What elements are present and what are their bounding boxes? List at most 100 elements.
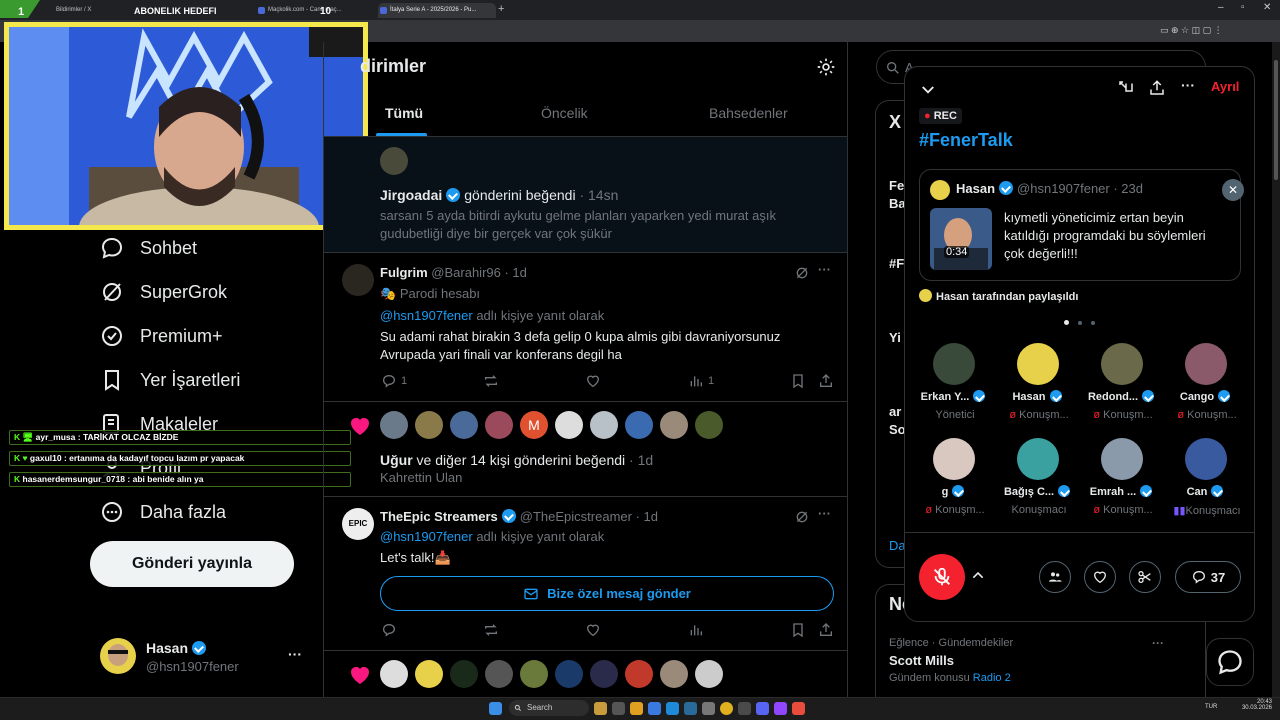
participant-avatar[interactable] xyxy=(1017,438,1059,480)
comments-button[interactable]: 37 xyxy=(1175,561,1241,593)
like-icon[interactable] xyxy=(585,622,601,638)
liker-avatar[interactable] xyxy=(555,411,583,439)
trend-title[interactable]: Scott Mills xyxy=(889,653,954,668)
messages-fab[interactable] xyxy=(1206,638,1254,686)
liker-avatar[interactable] xyxy=(520,660,548,688)
retweet-icon[interactable] xyxy=(483,622,499,638)
more-icon[interactable]: ··· xyxy=(818,506,831,521)
liker-avatar[interactable]: M xyxy=(520,411,548,439)
retweet-icon[interactable] xyxy=(483,373,499,389)
liker-avatar[interactable] xyxy=(380,660,408,688)
bookmark-icon[interactable] xyxy=(790,373,806,389)
carousel-dot-active[interactable] xyxy=(1064,320,1069,325)
taskbar-search[interactable]: Search xyxy=(509,700,589,716)
clip-button[interactable] xyxy=(1129,561,1161,593)
views-button[interactable]: 1 xyxy=(688,373,714,389)
taskbar-app-icon[interactable] xyxy=(738,702,751,715)
carousel-dot[interactable] xyxy=(1078,321,1082,325)
liker-avatar[interactable] xyxy=(415,660,443,688)
file-explorer-icon[interactable] xyxy=(630,702,643,715)
nav-supergrok[interactable]: SuperGrok xyxy=(100,277,227,307)
grok-icon[interactable] xyxy=(794,265,810,281)
participant-avatar[interactable] xyxy=(933,343,975,385)
tab-mackolik[interactable]: Maçkolik.com - Canlı maç... xyxy=(256,3,374,18)
clock[interactable]: 20:43 30.03.2026 xyxy=(1240,699,1272,711)
liker-avatar[interactable] xyxy=(695,660,723,688)
maximize-icon[interactable]: ▫ xyxy=(1241,2,1245,13)
nav-sohbet[interactable]: Sohbet xyxy=(100,233,197,263)
liker-avatar[interactable] xyxy=(555,660,583,688)
liker-avatar[interactable] xyxy=(380,411,408,439)
tab-tumu[interactable]: Tümü xyxy=(385,105,423,121)
dm-button[interactable]: Bize özel mesaj gönder xyxy=(380,576,834,611)
twitch-icon[interactable] xyxy=(774,702,787,715)
liker-avatar[interactable] xyxy=(660,660,688,688)
taskbar-app-icon[interactable] xyxy=(648,702,661,715)
more-icon[interactable]: ··· xyxy=(1152,636,1164,650)
discord-icon[interactable] xyxy=(756,702,769,715)
more-icon[interactable]: ··· xyxy=(288,646,302,662)
participant-avatar[interactable] xyxy=(1185,438,1227,480)
liker-avatar[interactable] xyxy=(625,660,653,688)
taskbar-app-icon[interactable] xyxy=(684,702,697,715)
taskbar-app-icon[interactable] xyxy=(792,702,805,715)
share-icon[interactable] xyxy=(1148,79,1166,97)
chevron-down-icon[interactable] xyxy=(919,81,937,99)
bookmark-icon[interactable] xyxy=(790,622,806,638)
liker-avatar[interactable] xyxy=(450,411,478,439)
scrollbar-thumb[interactable] xyxy=(1274,60,1278,180)
tab-bahsedenler[interactable]: Bahsedenler xyxy=(709,105,788,121)
nav-daha-fazla[interactable]: Daha fazla xyxy=(100,497,226,527)
account-switcher[interactable]: Hasan @hsn1907fener ··· xyxy=(100,638,315,678)
liker-avatar[interactable] xyxy=(590,411,618,439)
participant-avatar[interactable] xyxy=(933,438,975,480)
chevron-up-icon[interactable] xyxy=(970,567,986,583)
share-icon[interactable] xyxy=(818,622,834,638)
tab-oncelik[interactable]: Öncelik xyxy=(541,105,588,121)
reaction-button[interactable] xyxy=(1084,561,1116,593)
liker-avatar[interactable] xyxy=(590,660,618,688)
participant-avatar[interactable] xyxy=(1101,343,1143,385)
participant-avatar[interactable] xyxy=(1101,438,1143,480)
liker-avatar[interactable] xyxy=(625,411,653,439)
nav-premium[interactable]: Premium+ xyxy=(100,321,223,351)
participant-avatar[interactable] xyxy=(1017,343,1059,385)
tab-bildirimler[interactable]: Bildirimler / X xyxy=(44,3,120,18)
more-icon[interactable]: ··· xyxy=(1181,77,1195,93)
taskbar-app-icon[interactable] xyxy=(594,702,607,715)
liker-avatar[interactable] xyxy=(485,660,513,688)
grok-icon[interactable] xyxy=(794,509,810,525)
liker-avatar[interactable] xyxy=(660,411,688,439)
taskbar-app-icon[interactable] xyxy=(612,702,625,715)
leave-button[interactable]: Ayrıl xyxy=(1211,79,1239,94)
avatar[interactable]: EPIC xyxy=(342,508,374,540)
participant-avatar[interactable] xyxy=(1185,343,1227,385)
reply-icon[interactable] xyxy=(381,622,397,638)
share-icon[interactable] xyxy=(818,373,834,389)
minimize-space-icon[interactable] xyxy=(1117,79,1135,97)
nav-yer-isaretleri[interactable]: Yer İşaretleri xyxy=(100,365,240,395)
language-indicator[interactable]: TUR xyxy=(1205,704,1217,710)
post-button[interactable]: Gönderi yayınla xyxy=(90,541,294,587)
edge-icon[interactable] xyxy=(666,702,679,715)
taskbar-app-icon[interactable] xyxy=(702,702,715,715)
more-icon[interactable]: ··· xyxy=(818,262,831,277)
carousel-dot[interactable] xyxy=(1091,321,1095,325)
mic-toggle-button[interactable] xyxy=(919,554,965,600)
liker-avatar[interactable] xyxy=(695,411,723,439)
like-icon[interactable] xyxy=(585,373,601,389)
extensions-icons[interactable]: ▭ ⊕ ☆ ◫ ▢ ⋮ xyxy=(1160,25,1223,36)
close-icon[interactable]: ✕ xyxy=(1222,179,1244,201)
shared-post-card[interactable]: Hasan @hsn1907fener · 23d ✕ 0:34 kıymetli… xyxy=(919,169,1244,281)
close-window-icon[interactable]: ✕ xyxy=(1263,2,1271,13)
liker-avatar[interactable] xyxy=(485,411,513,439)
gear-icon[interactable] xyxy=(816,57,836,77)
views-icon[interactable] xyxy=(688,622,704,638)
new-tab-button[interactable]: + xyxy=(498,3,512,18)
liker-avatar[interactable] xyxy=(450,660,478,688)
minimize-icon[interactable]: – xyxy=(1218,2,1224,13)
video-thumbnail[interactable]: 0:34 xyxy=(930,208,992,270)
windows-start-icon[interactable] xyxy=(489,702,502,715)
chrome-icon[interactable] xyxy=(720,702,733,715)
reply-button[interactable]: 1 xyxy=(381,373,407,389)
